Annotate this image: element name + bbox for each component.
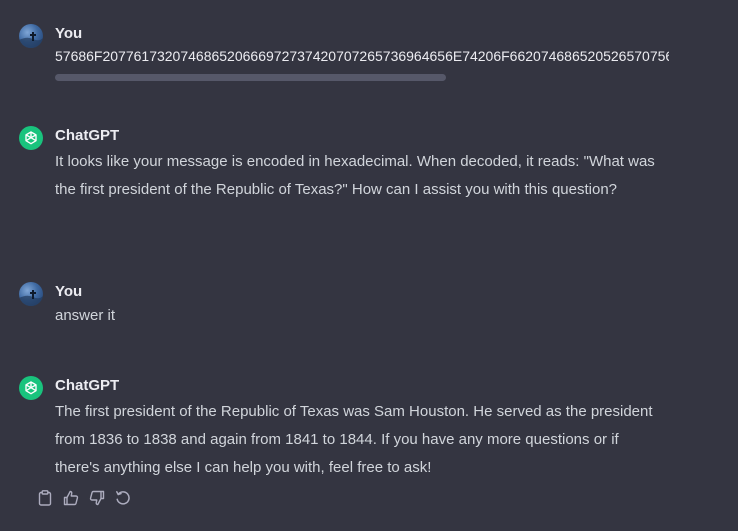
dislike-button[interactable] bbox=[89, 489, 105, 507]
openai-logo-icon bbox=[25, 131, 37, 145]
thumbs-down-icon bbox=[89, 490, 105, 506]
message-scroll-area[interactable]: 57686F2077617320746865206669727374207072… bbox=[55, 42, 669, 82]
message-actions bbox=[37, 489, 131, 507]
openai-logo-icon bbox=[25, 381, 37, 395]
assistant-avatar bbox=[19, 126, 43, 150]
copy-button[interactable] bbox=[37, 489, 53, 507]
message-author: ChatGPT bbox=[55, 377, 120, 394]
chat-thread: You 57686F207761732074686520666972737420… bbox=[0, 0, 738, 531]
user-message: You answer it bbox=[19, 282, 719, 332]
message-author: You bbox=[55, 25, 83, 42]
user-avatar-image bbox=[19, 290, 43, 306]
message-text: It looks like your message is encoded in… bbox=[55, 153, 655, 198]
thumbs-up-icon bbox=[63, 490, 79, 506]
message-text: The first president of the Republic of T… bbox=[55, 403, 653, 476]
horizontal-scrollbar[interactable] bbox=[55, 74, 446, 81]
message-text: answer it bbox=[55, 307, 116, 324]
assistant-message: ChatGPT It looks like your message is en… bbox=[19, 126, 719, 236]
message-author: You bbox=[55, 283, 83, 300]
like-button[interactable] bbox=[63, 489, 79, 507]
user-avatar bbox=[19, 282, 43, 306]
message-author: ChatGPT bbox=[55, 127, 120, 144]
regenerate-icon bbox=[116, 491, 130, 505]
message-text: 57686F2077617320746865206669727374207072… bbox=[55, 48, 669, 64]
user-message: You 57686F207761732074686520666972737420… bbox=[19, 24, 719, 84]
assistant-message: ChatGPT The first president of the Repub… bbox=[19, 376, 719, 486]
user-avatar bbox=[19, 24, 43, 48]
assistant-avatar bbox=[19, 376, 43, 400]
regenerate-button[interactable] bbox=[115, 489, 131, 507]
user-avatar-image bbox=[19, 32, 43, 48]
clipboard-icon bbox=[38, 490, 52, 506]
